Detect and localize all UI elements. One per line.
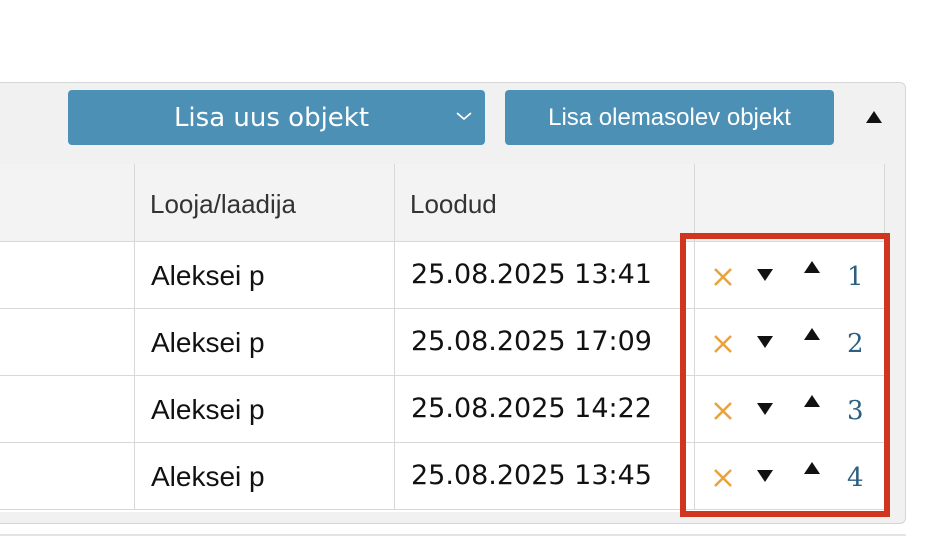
creator-text: Aleksei p: [151, 327, 265, 358]
table-row-2-creator: Aleksei p: [135, 309, 395, 376]
table-row-3-creator: Aleksei p: [135, 376, 395, 443]
order-number-link[interactable]: 3: [847, 396, 864, 426]
created-text: 25.08.2025 13:45: [411, 460, 652, 491]
table-row-4-actions: 4: [695, 443, 885, 510]
table-row-3-actions: 3: [695, 376, 885, 443]
table-row-3-name-cell: [0, 376, 135, 443]
triangle-up-icon[interactable]: [803, 260, 821, 274]
table-row-4-creator: Aleksei p: [135, 443, 395, 510]
column-header-created-label: Loodud: [410, 189, 497, 219]
table-row-1-name-cell: [0, 242, 135, 309]
table-row-2-created: 25.08.2025 17:09: [395, 309, 695, 376]
divider: [0, 534, 906, 536]
creator-text: Aleksei p: [151, 260, 265, 291]
created-text: 25.08.2025 13:41: [411, 259, 652, 290]
triangle-up-icon[interactable]: [803, 327, 821, 341]
table-row-4-created: 25.08.2025 13:45: [395, 443, 695, 510]
triangle-up-icon[interactable]: [803, 394, 821, 408]
collapse-panel-icon[interactable]: [864, 109, 884, 125]
add-existing-object-label: Lisa olemasolev objekt: [548, 103, 791, 131]
column-header-actions: [695, 164, 885, 242]
table-row-3-created: 25.08.2025 14:22: [395, 376, 695, 443]
table-row-1-creator: Aleksei p: [135, 242, 395, 309]
close-icon[interactable]: [712, 400, 734, 422]
order-number-link[interactable]: 2: [847, 329, 864, 359]
close-icon[interactable]: [712, 266, 734, 288]
table-row-2-actions: 2: [695, 309, 885, 376]
column-header-creator: Looja/laadija: [135, 164, 395, 242]
creator-text: Aleksei p: [151, 461, 265, 492]
column-header-creator-label: Looja/laadija: [150, 189, 297, 219]
add-new-object-dropdown[interactable]: Lisa uus objekt: [68, 90, 485, 145]
objects-table: Looja/laadija Loodud Aleksei p 25.08.202…: [0, 164, 885, 512]
chevron-down-icon: [456, 112, 472, 121]
column-header-name: [0, 164, 135, 242]
table-row-4-name-cell: [0, 443, 135, 510]
add-existing-object-button[interactable]: Lisa olemasolev objekt: [505, 90, 834, 145]
close-icon[interactable]: [712, 333, 734, 355]
creator-text: Aleksei p: [151, 394, 265, 425]
triangle-down-icon[interactable]: [756, 268, 774, 282]
table-row-1-created: 25.08.2025 13:41: [395, 242, 695, 309]
order-number-link[interactable]: 4: [847, 463, 864, 493]
triangle-up-icon[interactable]: [803, 461, 821, 475]
table-row-2-name-cell: [0, 309, 135, 376]
triangle-down-icon[interactable]: [756, 335, 774, 349]
triangle-down-icon[interactable]: [756, 402, 774, 416]
table-row-1-actions: 1: [695, 242, 885, 309]
add-new-object-label: Lisa uus objekt: [173, 102, 370, 133]
column-header-created: Loodud: [395, 164, 695, 242]
created-text: 25.08.2025 17:09: [411, 326, 652, 357]
created-text: 25.08.2025 14:22: [411, 393, 652, 424]
triangle-down-icon[interactable]: [756, 469, 774, 483]
close-icon[interactable]: [712, 467, 734, 489]
order-number-link[interactable]: 1: [847, 262, 864, 292]
